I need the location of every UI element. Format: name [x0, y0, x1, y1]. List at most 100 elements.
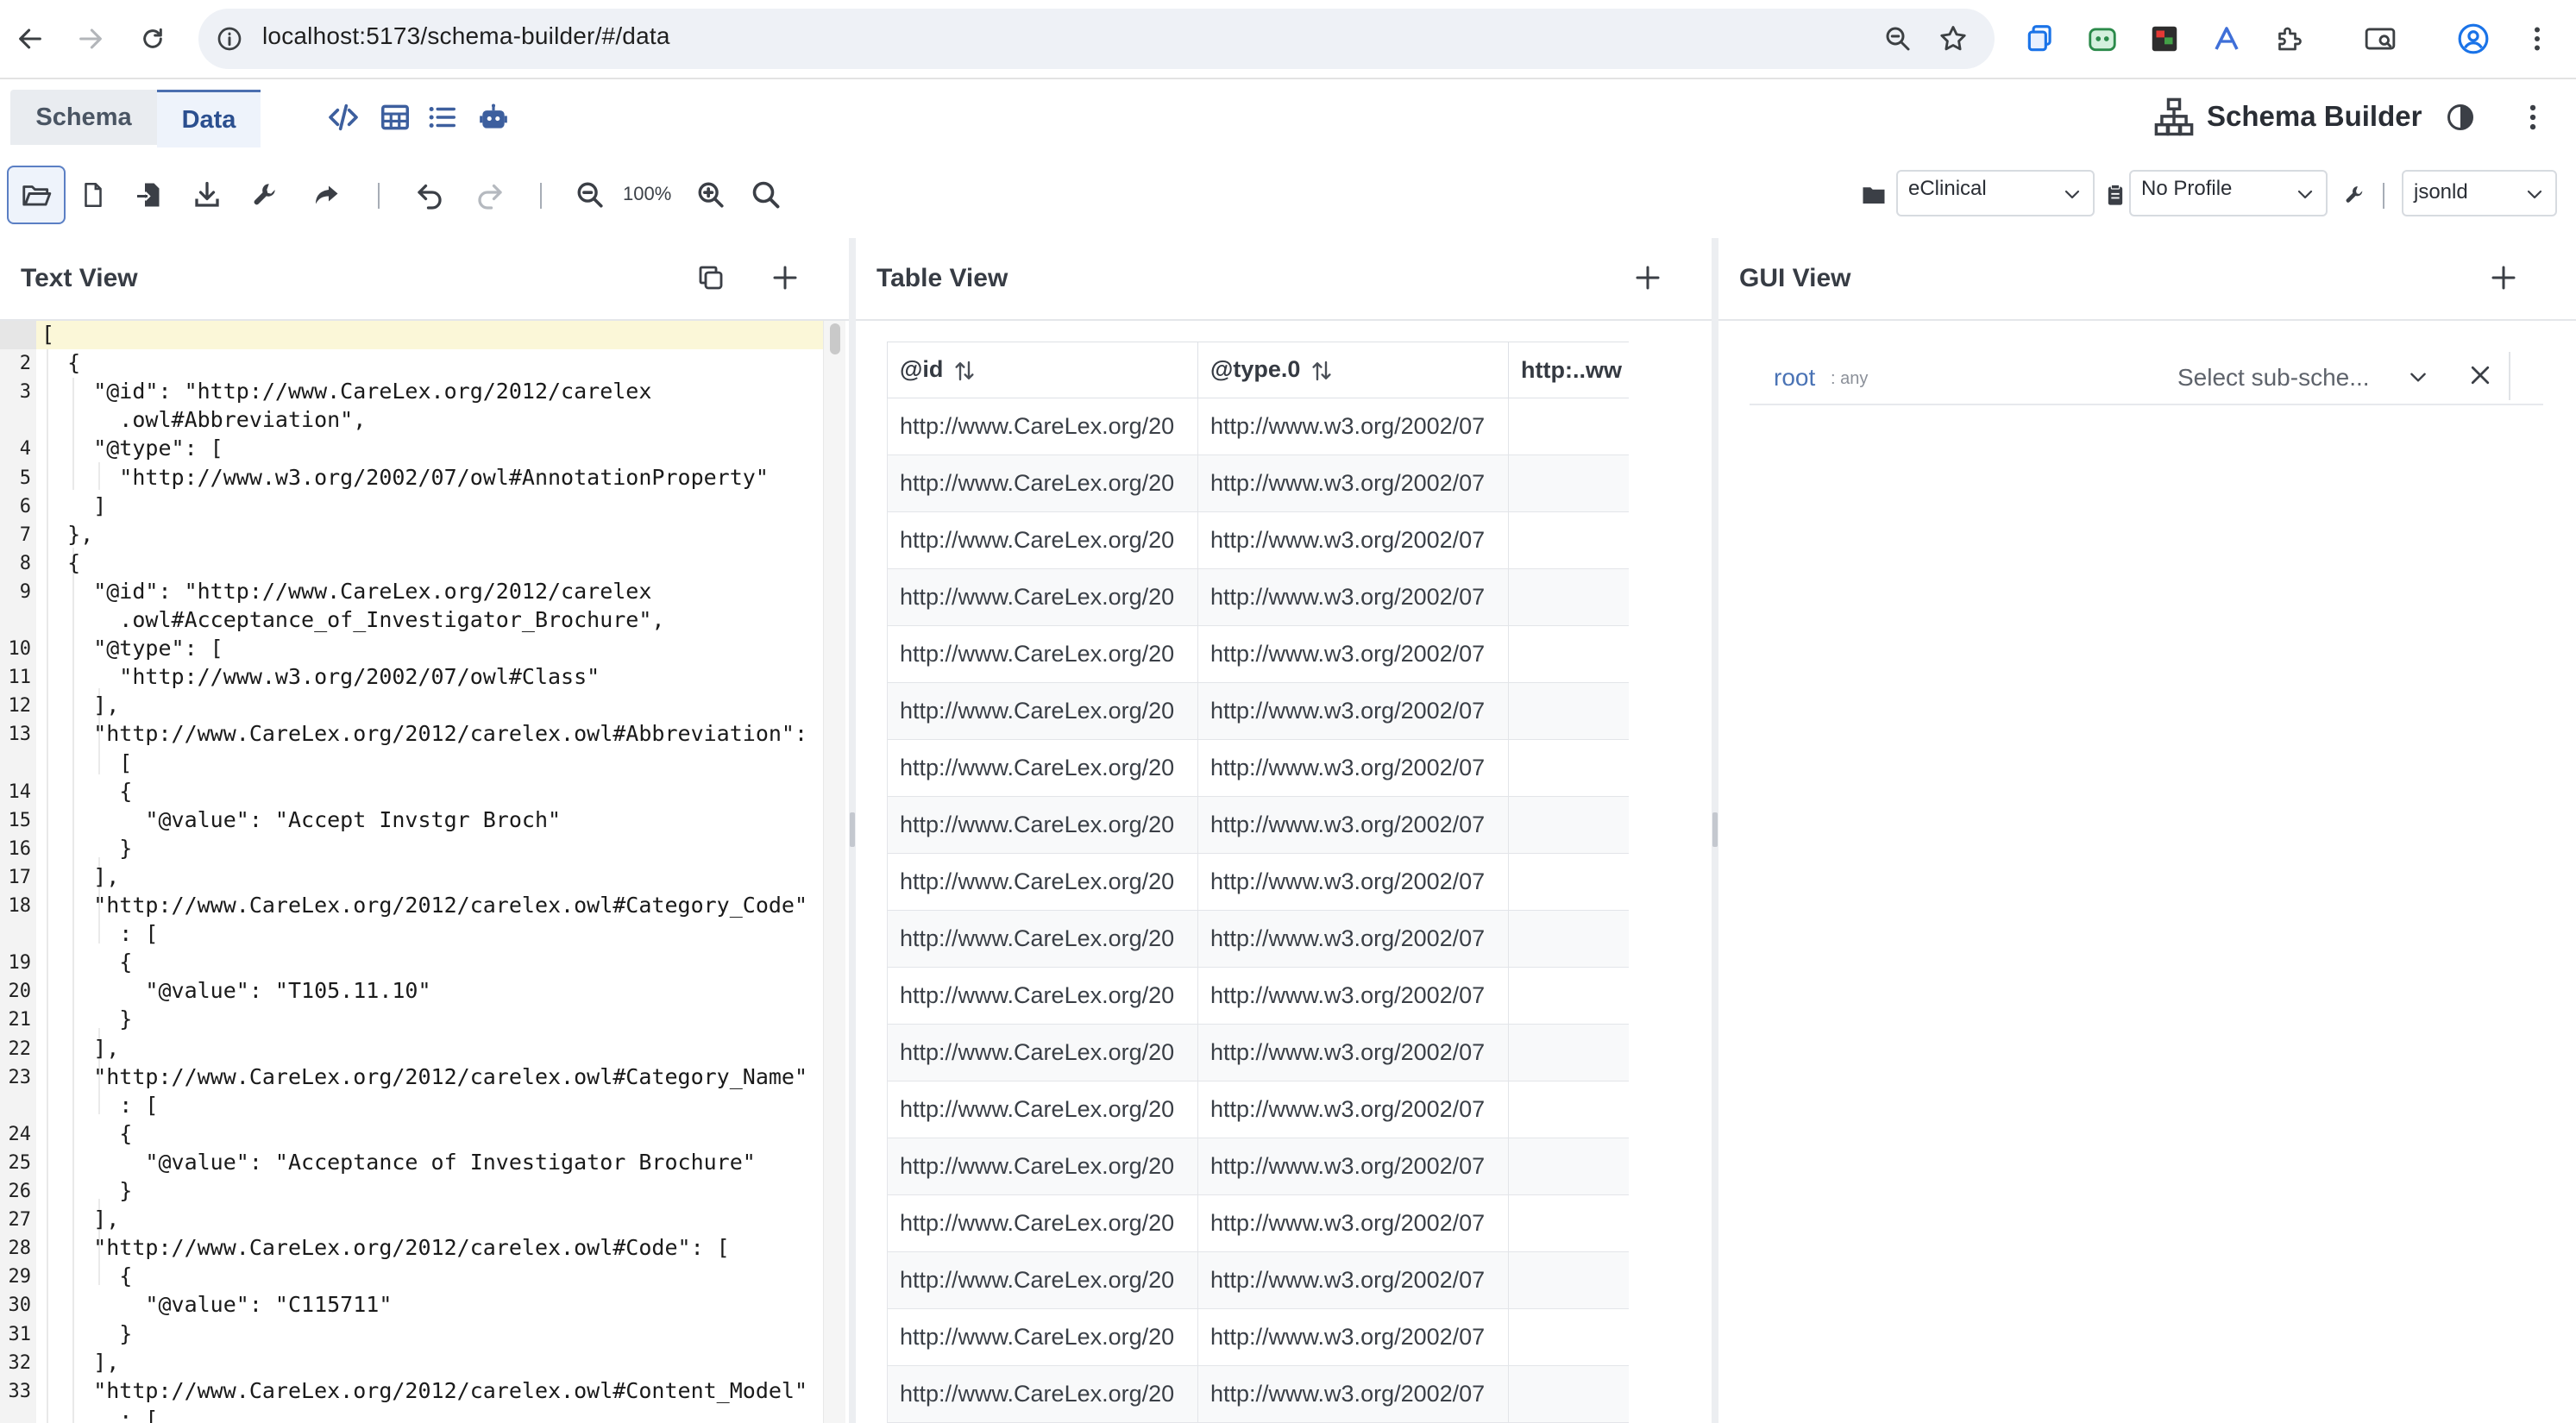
subschema-select[interactable]: Select sub-sche... — [2158, 352, 2445, 400]
undo-icon[interactable] — [411, 176, 449, 214]
column-header-id[interactable]: @id — [887, 342, 1198, 398]
table-cell[interactable] — [1508, 1138, 1629, 1195]
table-cell[interactable]: http://www.w3.org/2002/07 — [1197, 682, 1509, 740]
back-button[interactable] — [9, 17, 52, 60]
column-header-type[interactable]: @type.0 — [1197, 342, 1509, 398]
table-row[interactable]: http://www.CareLex.org/20 http://www.w3.o… — [887, 625, 1629, 683]
profile-select[interactable]: No Profile — [2129, 170, 2328, 216]
table-cell[interactable] — [1508, 1365, 1629, 1423]
table-cell[interactable] — [1508, 511, 1629, 569]
table-cell[interactable] — [1508, 796, 1629, 854]
table-cell[interactable] — [1508, 853, 1629, 911]
splitter-grip[interactable] — [850, 812, 855, 847]
scrollbar-thumb[interactable] — [830, 323, 840, 354]
zoom-in-icon[interactable] — [692, 176, 730, 214]
redo-icon[interactable] — [471, 176, 509, 214]
table-row[interactable]: http://www.CareLex.org/20 http://www.w3.o… — [887, 739, 1629, 797]
table-cell[interactable]: http://www.w3.org/2002/07 — [1197, 1138, 1509, 1195]
table-cell[interactable]: http://www.w3.org/2002/07 — [1197, 1024, 1509, 1081]
table-row[interactable]: http://www.CareLex.org/20 http://www.w3.o… — [887, 398, 1629, 455]
table-cell[interactable]: http://www.CareLex.org/20 — [887, 853, 1198, 911]
table-cell[interactable]: http://www.w3.org/2002/07 — [1197, 1251, 1509, 1309]
table-cell[interactable] — [1508, 1308, 1629, 1366]
extension-terminal-icon[interactable] — [2145, 19, 2184, 59]
table-row[interactable]: http://www.CareLex.org/20 http://www.w3.o… — [887, 853, 1629, 911]
share-forward-icon[interactable] — [307, 176, 345, 214]
table-cell[interactable]: http://www.CareLex.org/20 — [887, 454, 1198, 512]
table-view-icon[interactable] — [376, 98, 414, 136]
clear-subschema-close-icon[interactable] — [2467, 362, 2493, 388]
table-cell[interactable]: http://www.CareLex.org/20 — [887, 1024, 1198, 1081]
table-cell[interactable]: http://www.CareLex.org/20 — [887, 739, 1198, 797]
table-cell[interactable]: http://www.CareLex.org/20 — [887, 1308, 1198, 1366]
code-editor[interactable]: 1234567891011121314151617181920212223242… — [0, 321, 845, 1423]
table-cell[interactable]: http://www.w3.org/2002/07 — [1197, 910, 1509, 968]
search-icon[interactable] — [747, 176, 785, 214]
table-view-add-icon[interactable] — [1632, 262, 1663, 293]
format-select[interactable]: jsonld — [2402, 170, 2557, 216]
table-cell[interactable]: http://www.CareLex.org/20 — [887, 625, 1198, 683]
table-cell[interactable]: http://www.CareLex.org/20 — [887, 568, 1198, 626]
table-cell[interactable]: http://www.w3.org/2002/07 — [1197, 511, 1509, 569]
table-cell[interactable] — [1508, 398, 1629, 455]
site-info-icon[interactable] — [216, 25, 243, 53]
table-cell[interactable]: http://www.CareLex.org/20 — [887, 910, 1198, 968]
new-file-icon[interactable] — [74, 176, 112, 214]
table-cell[interactable]: http://www.w3.org/2002/07 — [1197, 1308, 1509, 1366]
table-row[interactable]: http://www.CareLex.org/20 http://www.w3.o… — [887, 1138, 1629, 1195]
tab-data[interactable]: Data — [157, 90, 261, 147]
table-cell[interactable] — [1508, 1024, 1629, 1081]
table-cell[interactable]: http://www.w3.org/2002/07 — [1197, 739, 1509, 797]
table-row[interactable]: http://www.CareLex.org/20 http://www.w3.o… — [887, 1024, 1629, 1081]
panel-splitter-right[interactable] — [1712, 238, 1718, 1423]
wrench-tools-icon[interactable] — [247, 176, 285, 214]
wrench-settings-icon[interactable] — [2336, 176, 2374, 214]
zoom-out-icon[interactable] — [571, 176, 609, 214]
column-header-property[interactable]: http:..ww — [1508, 342, 1629, 398]
table-cell[interactable]: http://www.w3.org/2002/07 — [1197, 1365, 1509, 1423]
sort-icon[interactable] — [952, 358, 977, 384]
table-row[interactable]: http://www.CareLex.org/20 http://www.w3.o… — [887, 1308, 1629, 1366]
root-node-label[interactable]: root — [1774, 364, 1815, 392]
text-view-add-icon[interactable] — [770, 262, 801, 293]
table-row[interactable]: http://www.CareLex.org/20 http://www.w3.o… — [887, 796, 1629, 854]
table-row[interactable]: http://www.CareLex.org/20 http://www.w3.o… — [887, 910, 1629, 968]
list-view-icon[interactable] — [423, 98, 461, 136]
table-cell[interactable]: http://www.w3.org/2002/07 — [1197, 853, 1509, 911]
table-row[interactable]: http://www.CareLex.org/20 http://www.w3.o… — [887, 1194, 1629, 1252]
table-cell[interactable] — [1508, 1081, 1629, 1138]
table-row[interactable]: http://www.CareLex.org/20 http://www.w3.o… — [887, 1251, 1629, 1309]
reload-button[interactable] — [131, 17, 174, 60]
open-file-button[interactable] — [7, 166, 66, 224]
extension-copy-icon[interactable] — [2020, 19, 2060, 59]
table-cell[interactable]: http://www.CareLex.org/20 — [887, 682, 1198, 740]
table-cell[interactable] — [1508, 454, 1629, 512]
panel-splitter-left[interactable] — [849, 238, 856, 1423]
table-cell[interactable] — [1508, 967, 1629, 1025]
table-cell[interactable]: http://www.CareLex.org/20 — [887, 1138, 1198, 1195]
table-row[interactable]: http://www.CareLex.org/20 http://www.w3.o… — [887, 967, 1629, 1025]
table-cell[interactable]: http://www.CareLex.org/20 — [887, 796, 1198, 854]
table-cell[interactable]: http://www.w3.org/2002/07 — [1197, 454, 1509, 512]
context-select[interactable]: eClinical — [1896, 170, 2095, 216]
extension-robot-icon[interactable] — [2083, 19, 2122, 59]
url-text[interactable]: localhost:5173/schema-builder/#/data — [262, 22, 670, 50]
table-row[interactable]: http://www.CareLex.org/20 http://www.w3.o… — [887, 511, 1629, 569]
table-cell[interactable]: http://www.CareLex.org/20 — [887, 398, 1198, 455]
table-cell[interactable]: http://www.CareLex.org/20 — [887, 1365, 1198, 1423]
import-file-icon[interactable] — [131, 176, 169, 214]
table-cell[interactable]: http://www.w3.org/2002/07 — [1197, 1081, 1509, 1138]
robot-assistant-icon[interactable] — [474, 98, 512, 136]
table-cell[interactable]: http://www.CareLex.org/20 — [887, 1081, 1198, 1138]
table-cell[interactable]: http://www.w3.org/2002/07 — [1197, 568, 1509, 626]
code-view-icon[interactable] — [324, 98, 362, 136]
table-row[interactable]: http://www.CareLex.org/20 http://www.w3.o… — [887, 568, 1629, 626]
bookmark-star-icon[interactable] — [1938, 23, 1969, 54]
table-cell[interactable] — [1508, 910, 1629, 968]
table-cell[interactable] — [1508, 739, 1629, 797]
table-cell[interactable]: http://www.w3.org/2002/07 — [1197, 796, 1509, 854]
gui-view-add-icon[interactable] — [2488, 262, 2519, 293]
text-view-scrollbar[interactable] — [823, 321, 845, 1423]
copy-icon[interactable] — [695, 262, 726, 293]
table-row[interactable]: http://www.CareLex.org/20 http://www.w3.o… — [887, 1081, 1629, 1138]
